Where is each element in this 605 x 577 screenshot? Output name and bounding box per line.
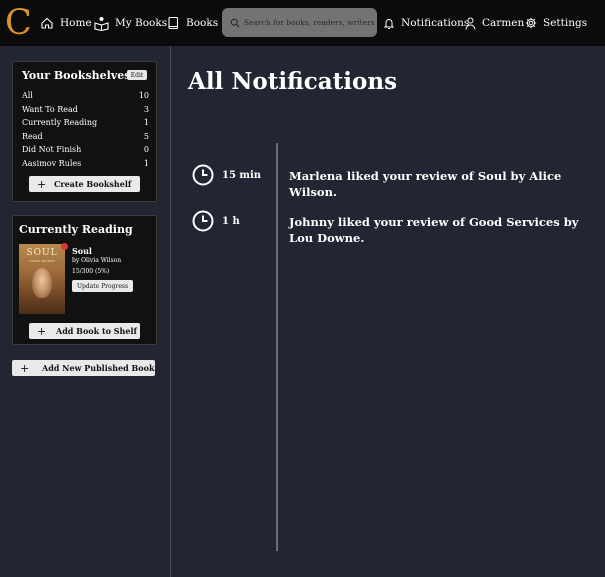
search-input[interactable] [244, 18, 374, 27]
shelf-item-label: Read [22, 131, 43, 141]
cover-artwork [32, 268, 52, 298]
add-published-book-button[interactable]: + Add New Published Book [12, 360, 155, 376]
notification-item[interactable]: Marlena liked your review of Soul by Ali… [289, 168, 599, 200]
bookshelves-card: Your Bookshelves Edit All 10 Want To Rea… [12, 61, 157, 202]
shelf-item-currently-reading[interactable]: Currently Reading 1 [22, 118, 149, 130]
add-book-to-shelf-label: Add Book to Shelf [56, 326, 137, 336]
create-bookshelf-label: Create Bookshelf [54, 179, 132, 189]
shelf-item-count: 3 [143, 104, 149, 114]
shelf-item-want-to-read[interactable]: Want To Read 3 [22, 105, 149, 117]
book-icon [168, 16, 179, 30]
shelf-item-all[interactable]: All 10 [22, 91, 149, 103]
notification-time: 1 h [192, 210, 240, 232]
user-icon [465, 17, 476, 30]
book-author: by Olivia Wilson [72, 257, 122, 264]
plus-icon: + [37, 324, 47, 338]
create-bookshelf-button[interactable]: + Create Bookshelf [29, 176, 140, 192]
shelf-item-did-not-finish[interactable]: Did Not Finish 0 [22, 145, 149, 157]
gear-icon [525, 17, 537, 29]
nav-settings-label: Settings [543, 17, 588, 29]
search-bar[interactable] [222, 8, 377, 37]
shelf-item-count: 5 [143, 131, 149, 141]
timeline-line [276, 143, 278, 551]
nav-home[interactable]: Home [40, 14, 92, 32]
app-logo[interactable]: C [5, 3, 32, 43]
update-progress-button[interactable]: Update Progress [72, 280, 133, 292]
cover-title: SOUL [26, 248, 58, 258]
nav-books[interactable]: Books [166, 14, 218, 32]
bookshelves-title: Your Bookshelves [22, 69, 131, 82]
shelf-item-label: Currently Reading [22, 118, 98, 127]
clock-icon [192, 164, 214, 186]
book-title[interactable]: Soul [72, 246, 92, 256]
top-navigation-bar: C Home My Books Books Notifications Carm… [0, 0, 605, 46]
shelf-item-read[interactable]: Read 5 [22, 132, 149, 144]
currently-reading-card: Currently Reading SOUL OLIVIA WILSON Sou… [12, 215, 157, 345]
nav-home-label: Home [60, 17, 92, 29]
page-title: All Notifications [188, 68, 398, 95]
plus-icon: + [20, 361, 30, 375]
shelf-item-label: All [22, 91, 33, 100]
notification-time: 15 min [192, 164, 261, 186]
nav-settings[interactable]: Settings [525, 14, 587, 32]
book-cover[interactable]: SOUL OLIVIA WILSON [19, 244, 65, 314]
nav-user-profile[interactable]: Carmen [465, 14, 524, 32]
book-progress: 15/300 (5%) [72, 268, 110, 275]
search-icon [230, 18, 240, 27]
home-icon [41, 17, 53, 29]
sidebar-divider [170, 46, 171, 577]
shelf-item-label: Want To Read [22, 104, 78, 114]
clock-icon [192, 210, 214, 232]
bell-icon [383, 18, 395, 29]
shelf-item-count: 1 [143, 118, 149, 127]
nav-my-books-label: My Books [115, 17, 168, 29]
add-book-to-shelf-button[interactable]: + Add Book to Shelf [29, 323, 140, 339]
shelf-item-count: 0 [143, 145, 149, 154]
plus-icon: + [37, 177, 47, 191]
nav-notifications-label: Notifications [401, 17, 470, 29]
nav-my-books[interactable]: My Books [94, 14, 167, 32]
shelf-item-label: Did Not Finish [22, 145, 82, 154]
nav-user-label: Carmen [482, 17, 525, 29]
shelf-item-label: Aasimov Rules [22, 158, 82, 168]
notification-time-label: 15 min [222, 169, 262, 181]
cover-author: OLIVIA WILSON [29, 259, 55, 263]
edit-shelves-button[interactable]: Edit [127, 70, 147, 80]
shelf-item-count: 1 [143, 158, 149, 168]
shelf-item-count: 10 [138, 91, 149, 100]
remove-badge-icon[interactable] [61, 243, 68, 250]
shelf-item-aasimov-rules[interactable]: Aasimov Rules 1 [22, 159, 149, 171]
reader-book-icon [94, 16, 109, 31]
notification-item[interactable]: Johnny liked your review of Good Service… [289, 214, 599, 246]
nav-notifications[interactable]: Notifications [383, 14, 469, 32]
add-published-book-label: Add New Published Book [42, 363, 155, 373]
nav-books-label: Books [186, 17, 219, 29]
notification-time-label: 1 h [222, 215, 240, 227]
currently-reading-title: Currently Reading [19, 223, 133, 236]
